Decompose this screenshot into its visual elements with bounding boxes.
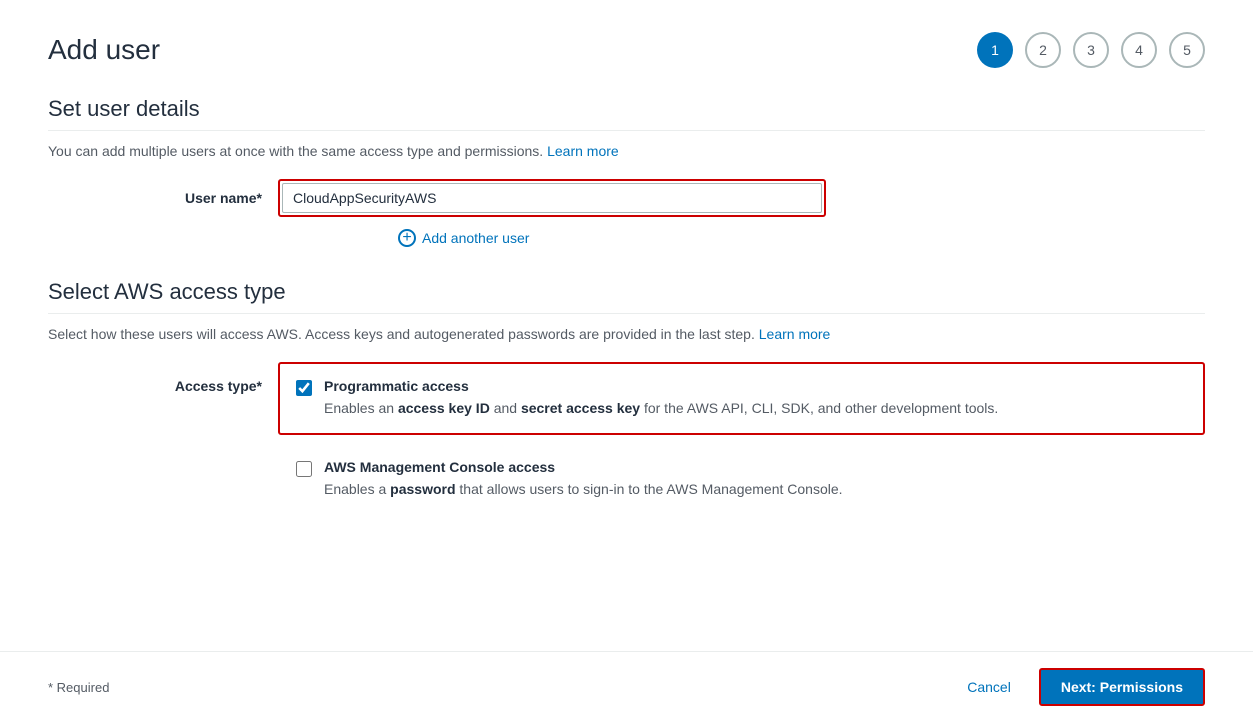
add-another-user-row: + Add another user: [398, 229, 1205, 247]
step-2: 2: [1025, 32, 1061, 68]
step-indicators: 1 2 3 4 5: [977, 32, 1205, 68]
access-type-learn-more[interactable]: Learn more: [759, 326, 831, 342]
step-5: 5: [1169, 32, 1205, 68]
user-name-label: User name*: [168, 190, 278, 206]
user-name-field-row: User name*: [168, 179, 1205, 217]
cancel-button[interactable]: Cancel: [955, 671, 1023, 703]
user-details-title: Set user details: [48, 96, 1205, 122]
user-details-section: Set user details You can add multiple us…: [48, 96, 1205, 217]
footer-actions: Cancel Next: Permissions: [955, 668, 1205, 706]
user-name-input-wrapper: [278, 179, 826, 217]
step-4: 4: [1121, 32, 1157, 68]
console-access-title: AWS Management Console access: [324, 459, 1189, 475]
next-permissions-button[interactable]: Next: Permissions: [1039, 668, 1205, 706]
add-another-user-button[interactable]: + Add another user: [398, 229, 529, 247]
step-3: 3: [1073, 32, 1109, 68]
step-1: 1: [977, 32, 1013, 68]
plus-circle-icon: +: [398, 229, 416, 247]
page-title: Add user: [48, 34, 160, 66]
user-name-input[interactable]: [282, 183, 822, 213]
programmatic-access-checkbox[interactable]: [296, 380, 312, 396]
user-details-learn-more[interactable]: Learn more: [547, 143, 619, 159]
programmatic-access-title: Programmatic access: [324, 378, 1187, 394]
programmatic-access-label-area: Programmatic access Enables an access ke…: [324, 378, 1187, 419]
access-type-label: Access type*: [168, 362, 278, 394]
console-access-label-area: AWS Management Console access Enables a …: [324, 459, 1189, 500]
access-type-description: Select how these users will access AWS. …: [48, 326, 1205, 342]
footer-bar: * Required Cancel Next: Permissions: [0, 651, 1253, 722]
console-access-option: AWS Management Console access Enables a …: [278, 445, 1205, 514]
page-header: Add user 1 2 3 4 5: [48, 32, 1205, 68]
programmatic-access-desc: Enables an access key ID and secret acce…: [324, 398, 1187, 419]
console-access-checkbox[interactable]: [296, 461, 312, 477]
access-type-divider: [48, 313, 1205, 314]
programmatic-access-option: Programmatic access Enables an access ke…: [278, 362, 1205, 435]
access-type-title: Select AWS access type: [48, 279, 1205, 305]
access-type-options: Access type* Programmatic access Enables…: [168, 362, 1205, 524]
access-type-section: Select AWS access type Select how these …: [48, 279, 1205, 524]
user-details-description: You can add multiple users at once with …: [48, 143, 1205, 159]
console-access-desc: Enables a password that allows users to …: [324, 479, 1189, 500]
required-note: * Required: [48, 680, 109, 695]
user-details-divider: [48, 130, 1205, 131]
